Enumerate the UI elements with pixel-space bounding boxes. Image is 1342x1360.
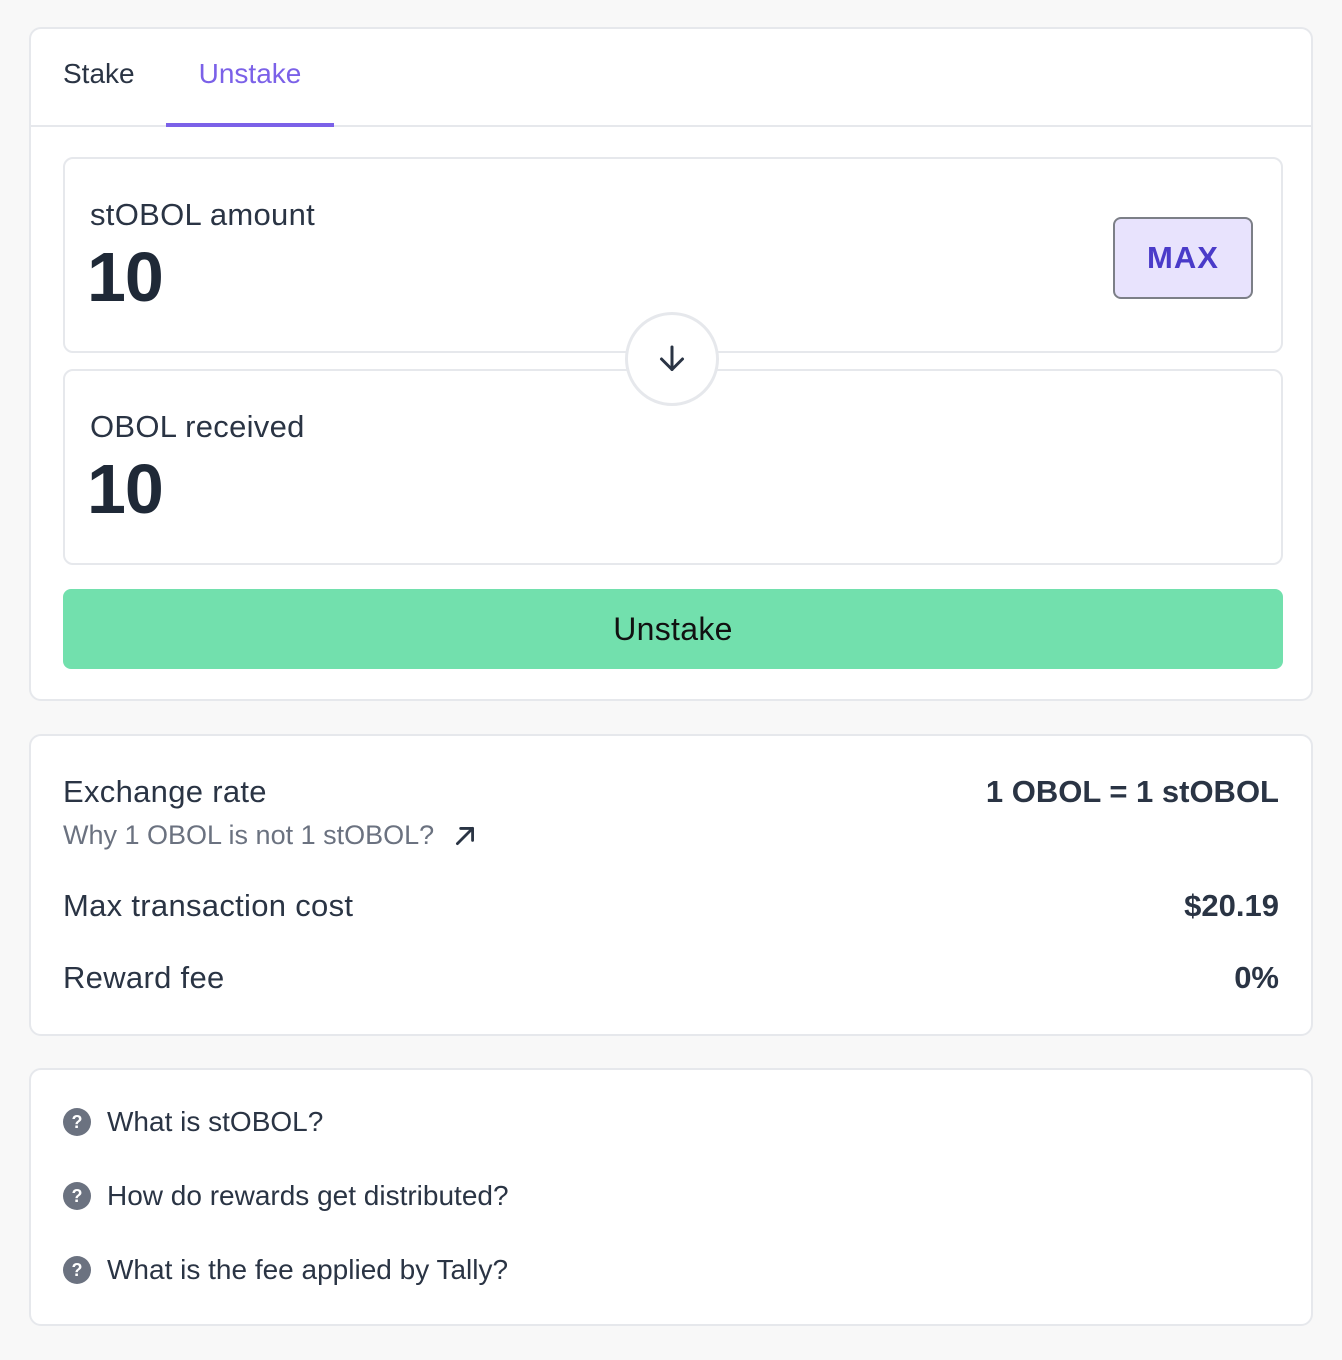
question-icon: ? [63,1108,91,1136]
swap-direction-button[interactable] [625,312,719,406]
exchange-rate-value: 1 OBOL = 1 stOBOL [985,774,1279,809]
unstake-button[interactable]: Unstake [63,589,1283,669]
faq-question: What is stOBOL? [107,1106,324,1137]
faq-item[interactable]: ? What is the fee applied by Tally? [63,1254,508,1286]
faq-item[interactable]: ? What is stOBOL? [63,1106,323,1138]
tx-cost-label: Max transaction cost [63,888,354,923]
faq-card: ? What is stOBOL? ? How do rewards get d… [29,1068,1313,1326]
faq-question: How do rewards get distributed? [107,1180,509,1211]
question-icon: ? [63,1182,91,1210]
tab-unstake[interactable]: Unstake [166,29,334,127]
reward-fee-value: 0% [1234,960,1279,995]
tab-bar: Stake Unstake [31,29,1311,127]
tab-stake[interactable]: Stake [63,29,135,125]
faq-question: What is the fee applied by Tally? [107,1254,509,1285]
stobol-amount-input[interactable]: 10 [87,237,164,317]
arrow-down-icon [660,345,684,371]
max-button[interactable]: MAX [1113,217,1253,299]
exchange-rate-help-text: Why 1 OBOL is not 1 stOBOL? [63,820,435,850]
reward-fee-label: Reward fee [63,960,225,995]
exchange-info-card: Exchange rate 1 OBOL = 1 stOBOL Why 1 OB… [29,734,1313,1036]
unstake-card: Stake Unstake stOBOL amount 10 MAX OBOL … [29,27,1313,701]
exchange-rate-label: Exchange rate [63,774,267,809]
obol-received-value: 10 [87,450,164,528]
exchange-rate-help-link[interactable]: Why 1 OBOL is not 1 stOBOL? [63,820,478,851]
stobol-amount-label: stOBOL amount [90,197,316,232]
question-icon: ? [63,1256,91,1284]
tx-cost-value: $20.19 [1184,888,1279,923]
faq-item[interactable]: ? How do rewards get distributed? [63,1180,509,1212]
external-link-arrow-icon [456,826,475,845]
obol-received-label: OBOL received [90,409,305,444]
